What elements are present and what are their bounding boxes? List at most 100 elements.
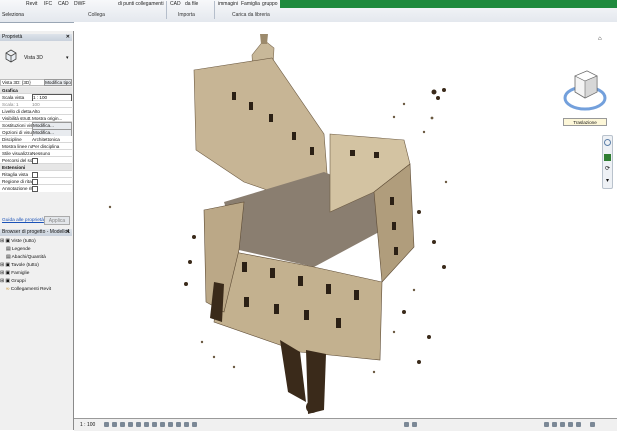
tree-item-sheets[interactable]: ⊞ ▣ Tavole (tutto) [0,262,72,270]
close-icon[interactable]: ✕ [66,34,70,41]
selection-underlay-icon[interactable] [552,422,557,427]
nav-options-chevron-icon[interactable]: ▾ [604,178,611,185]
crop-view-checkbox[interactable] [32,171,38,178]
crop-region-checkbox[interactable] [32,178,38,185]
tree-item-groups[interactable]: ⊞ ▣ Gruppi [0,278,72,286]
navigation-bar[interactable]: ⟳ ▾ [602,135,613,189]
drag-elements-icon[interactable] [576,422,581,427]
load-family-button[interactable]: Famiglia [241,1,260,7]
shadows-icon[interactable] [128,422,133,427]
3d-view-canvas[interactable] [74,22,617,418]
link-revit-button[interactable]: Revit [26,1,37,7]
link-cad-button[interactable]: CAD [58,1,69,7]
selection-links-icon[interactable] [544,422,549,427]
type-dropdown-chevron-icon[interactable]: ▾ [66,55,69,61]
property-row[interactable]: Stile visualizzaz...Nessuno [0,150,72,157]
property-row[interactable]: Annotazione rita... [0,185,72,192]
property-key: Livello di detta... [2,109,32,114]
import-cad-button[interactable]: CAD [170,1,181,7]
select-button[interactable]: Seleziona [2,12,24,18]
left-panel: Proprietà ✕ Vista 3D ▾ Vista 3D: {3D} Mo… [0,31,74,430]
point-cloud-building [108,34,448,414]
selection-pinned-icon[interactable] [560,422,565,427]
extents-section-label: Estensioni [2,165,26,170]
lock-view-icon[interactable] [160,422,165,427]
tree-item-label: Gruppi [11,279,26,284]
property-key: Annotazione rita... [2,186,32,191]
workset-icon[interactable] [404,422,409,427]
link-ifc-button[interactable]: IFC [44,1,52,7]
property-key: Scala vista [2,95,25,100]
selection-face-icon[interactable] [568,422,573,427]
extents-section-header[interactable]: Estensioni [0,164,72,171]
sun-path-checkbox[interactable] [32,157,38,164]
property-row[interactable]: Percorsi del sole [0,157,72,164]
close-icon[interactable]: ✕ [66,229,70,236]
property-row[interactable]: Discipline Architettonica [0,136,72,143]
property-key: Percorsi del sole [2,158,32,163]
show-crop-icon[interactable] [152,422,157,427]
tree-item-families[interactable]: ⊞ ▣ Famiglie [0,270,72,278]
point-cloud-button[interactable]: di punti collegamenti [118,1,164,7]
property-key: Opzioni di visu... [2,130,32,135]
property-value[interactable]: Per disciplina [32,143,70,150]
tree-item-label: Viste (tutto) [11,239,36,244]
visual-style-icon[interactable] [112,422,117,427]
property-value[interactable]: Nessuno [32,150,70,157]
tree-item-label: Abachi/Quantità [11,255,46,260]
property-row[interactable]: Opzioni di visu...Modifica... [0,129,72,137]
zoom-icon[interactable] [604,154,611,161]
design-options-icon[interactable] [412,422,417,427]
tree-item-views[interactable]: ⊞ ▣ Viste (tutto) [0,238,72,246]
tree-item-label: Collegamenti Revit [10,287,52,292]
property-row[interactable]: Ritaglia vista [0,171,72,178]
home-icon[interactable]: ⌂ [598,36,606,44]
crop-view-icon[interactable] [144,422,149,427]
load-group-button[interactable]: gruppo [262,1,278,7]
detail-level-icon[interactable] [104,422,109,427]
filter-icon[interactable] [590,422,595,427]
property-key: Scala: 1 [2,102,19,107]
properties-help-link[interactable]: Guida alle proprietà [2,218,44,223]
steering-wheel-icon[interactable] [604,139,611,146]
tree-item-legends[interactable]: ▤ Legende [6,246,78,254]
properties-title: Proprietà [2,34,23,40]
view-scale-label[interactable]: 1 : 100 [80,422,95,428]
images-button[interactable]: immagini [218,1,238,7]
property-row[interactable]: Sostituzioni visi...Modifica... [0,122,72,130]
from-file-button[interactable]: da file [185,1,198,7]
property-key: Discipline [2,137,22,142]
tree-item-schedules[interactable]: ▤ Abachi/Quantità [6,254,78,262]
property-row[interactable]: Scala vista 1 : 100 [0,94,72,102]
analytical-model-icon[interactable] [192,422,197,427]
crop-annotation-checkbox[interactable] [32,185,38,192]
hide-isolate-icon[interactable] [168,422,173,427]
tree-item-label: Legende [11,247,31,252]
property-row[interactable]: Visibilità strutt... Mostra origin... [0,115,72,122]
property-value[interactable]: Mostra origin... [32,115,70,122]
property-value[interactable]: Architettonica [32,136,70,143]
group-import-label: Importa [178,12,195,18]
sun-path-icon[interactable] [120,422,125,427]
orbit-icon[interactable]: ⟳ [604,166,611,173]
group-link-label: Collega [88,12,105,18]
viewcube-tooltip: Traslazione [563,118,607,126]
viewcube[interactable]: Traslazione [563,68,607,136]
temporary-properties-icon[interactable] [184,422,189,427]
property-value[interactable]: Alto [32,108,70,115]
reveal-hidden-icon[interactable] [176,422,181,427]
property-key: Mostra linee na... [2,144,32,149]
apply-button[interactable]: Applica [44,216,70,225]
property-key: Ritaglia vista [2,172,29,177]
render-icon[interactable] [136,422,141,427]
3d-view-icon [4,49,18,63]
property-row[interactable]: Mostra linee na...Per disciplina [0,143,72,150]
property-row[interactable]: Livello di detta... Alto [0,108,72,115]
edit-type-button[interactable]: Modifica tipo [44,79,72,86]
property-key: Stile visualizzaz... [2,151,32,156]
tree-item-revit-links[interactable]: ∞ Collegamenti Revit [6,286,78,294]
graphics-section-header[interactable]: Grafica [0,87,72,94]
view-selector-value: Vista 3D: {3D} [2,80,31,85]
dwf-button[interactable]: DWF [74,1,85,7]
property-row[interactable]: Regione di ritagl... [0,178,72,185]
